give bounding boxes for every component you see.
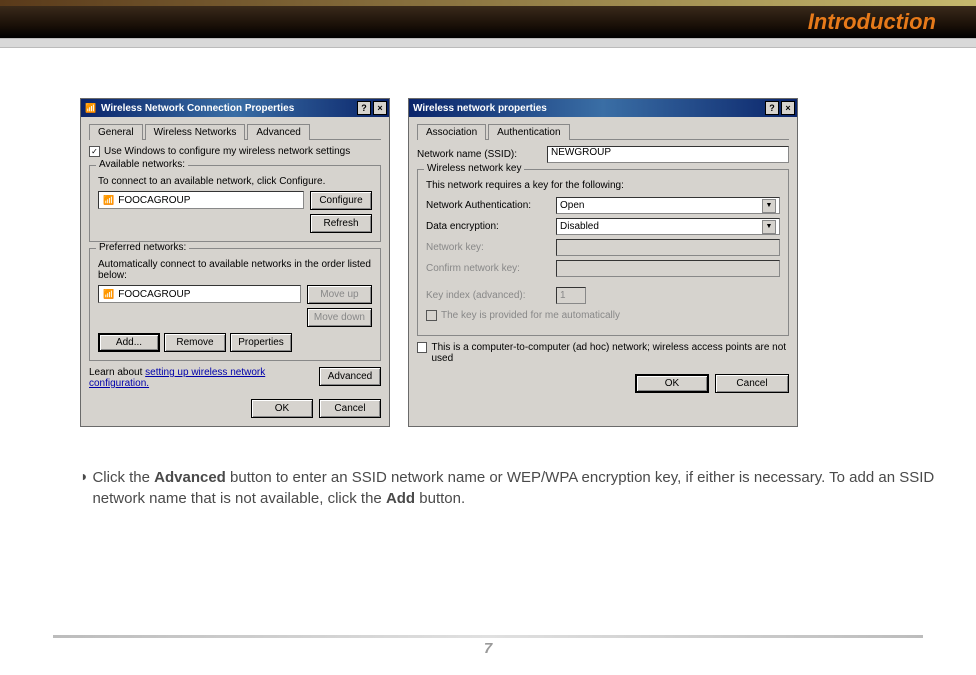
- preferred-network-list[interactable]: 📶 FOOCAGROUP: [98, 285, 301, 303]
- dialog-wireless-connection-properties: 📶 Wireless Network Connection Properties…: [80, 98, 390, 427]
- remove-button[interactable]: Remove: [164, 333, 226, 352]
- title-bar: 📶 Wireless Network Connection Properties…: [81, 99, 389, 117]
- tab-wireless-networks[interactable]: Wireless Networks: [145, 124, 246, 140]
- dialogs-row: 📶 Wireless Network Connection Properties…: [80, 98, 936, 427]
- advanced-button[interactable]: Advanced: [319, 367, 381, 386]
- footer: 7: [0, 635, 976, 657]
- header-title: Introduction: [808, 9, 936, 35]
- adhoc-label: This is a computer-to-computer (ad hoc) …: [431, 342, 789, 364]
- adhoc-checkbox[interactable]: [417, 342, 427, 353]
- ok-button[interactable]: OK: [251, 399, 313, 418]
- instr-pre1: Click the: [92, 469, 154, 486]
- dialog2-title: Wireless network properties: [413, 103, 547, 114]
- tab-association[interactable]: Association: [417, 124, 486, 140]
- net-key-label: Network key:: [426, 242, 556, 253]
- dialog-wireless-network-properties: Wireless network properties ? × Associat…: [408, 98, 798, 427]
- instr-post2: button.: [415, 490, 465, 507]
- content-area: 📶 Wireless Network Connection Properties…: [0, 48, 976, 509]
- ok-button[interactable]: OK: [635, 374, 709, 393]
- auto-key-checkbox: [426, 310, 437, 321]
- preferred-networks-group: Preferred networks: Automatically connec…: [89, 248, 381, 361]
- enc-select[interactable]: Disabled ▼: [556, 218, 780, 235]
- key-index-label: Key index (advanced):: [426, 290, 556, 301]
- tab-advanced[interactable]: Advanced: [247, 124, 309, 140]
- chevron-down-icon: ▼: [762, 199, 776, 213]
- auth-label: Network Authentication:: [426, 200, 556, 211]
- preferred-legend: Preferred networks:: [96, 242, 189, 253]
- chevron-down-icon: ▼: [762, 220, 776, 234]
- page-number: 7: [484, 640, 492, 657]
- cancel-button[interactable]: Cancel: [715, 374, 789, 393]
- tab-general[interactable]: General: [89, 124, 143, 140]
- confirm-key-input: [556, 260, 780, 277]
- instruction-text: Click the Advanced button to enter an SS…: [92, 467, 936, 509]
- tab-row: Association Authentication: [417, 123, 789, 140]
- available-networks-group: Available networks: To connect to an ava…: [89, 165, 381, 242]
- refresh-button[interactable]: Refresh: [310, 214, 372, 233]
- preferred-hint: Automatically connect to available netwo…: [98, 259, 372, 281]
- net-key-input: [556, 239, 780, 256]
- available-hint: To connect to an available network, clic…: [98, 176, 372, 187]
- close-button[interactable]: ×: [781, 101, 795, 115]
- available-item: FOOCAGROUP: [118, 195, 190, 206]
- header-band: Introduction: [0, 6, 976, 38]
- enc-label: Data encryption:: [426, 221, 556, 232]
- ssid-label: Network name (SSID):: [417, 149, 547, 160]
- title-bar: Wireless network properties ? ×: [409, 99, 797, 117]
- bullet-icon: ◗: [80, 467, 92, 509]
- signal-icon: 📶: [103, 289, 114, 300]
- preferred-item: FOOCAGROUP: [118, 289, 190, 300]
- confirm-key-label: Confirm network key:: [426, 263, 556, 274]
- wireless-key-group: Wireless network key This network requir…: [417, 169, 789, 336]
- divider-bar: [0, 38, 976, 48]
- add-button[interactable]: Add...: [98, 333, 160, 352]
- learn-text: Learn about: [89, 367, 142, 378]
- footer-line: [53, 635, 923, 638]
- auto-key-label: The key is provided for me automatically: [441, 310, 620, 321]
- tab-authentication[interactable]: Authentication: [488, 124, 569, 140]
- tab-row: General Wireless Networks Advanced: [89, 123, 381, 140]
- available-network-list[interactable]: 📶 FOOCAGROUP: [98, 191, 304, 209]
- key-index-input: 1: [556, 287, 586, 304]
- auth-select[interactable]: Open ▼: [556, 197, 780, 214]
- help-button[interactable]: ?: [765, 101, 779, 115]
- signal-icon: 📶: [103, 195, 114, 206]
- use-windows-label: Use Windows to configure my wireless net…: [104, 146, 350, 157]
- cancel-button[interactable]: Cancel: [319, 399, 381, 418]
- ssid-input[interactable]: NEWGROUP: [547, 146, 789, 163]
- auth-value: Open: [560, 200, 584, 211]
- instr-bold-add: Add: [386, 490, 415, 507]
- instruction-paragraph: ◗ Click the Advanced button to enter an …: [80, 467, 936, 509]
- close-button[interactable]: ×: [373, 101, 387, 115]
- key-hint: This network requires a key for the foll…: [426, 180, 780, 191]
- configure-button[interactable]: Configure: [310, 191, 372, 210]
- move-up-button[interactable]: Move up: [307, 285, 372, 304]
- network-icon: 📶: [85, 102, 97, 114]
- key-legend: Wireless network key: [424, 163, 524, 174]
- help-button[interactable]: ?: [357, 101, 371, 115]
- properties-button[interactable]: Properties: [230, 333, 292, 352]
- enc-value: Disabled: [560, 221, 599, 232]
- available-legend: Available networks:: [96, 159, 188, 170]
- dialog1-title: Wireless Network Connection Properties: [101, 103, 294, 114]
- move-down-button[interactable]: Move down: [307, 308, 372, 327]
- use-windows-checkbox[interactable]: ✓: [89, 146, 100, 157]
- instr-bold-advanced: Advanced: [154, 469, 226, 486]
